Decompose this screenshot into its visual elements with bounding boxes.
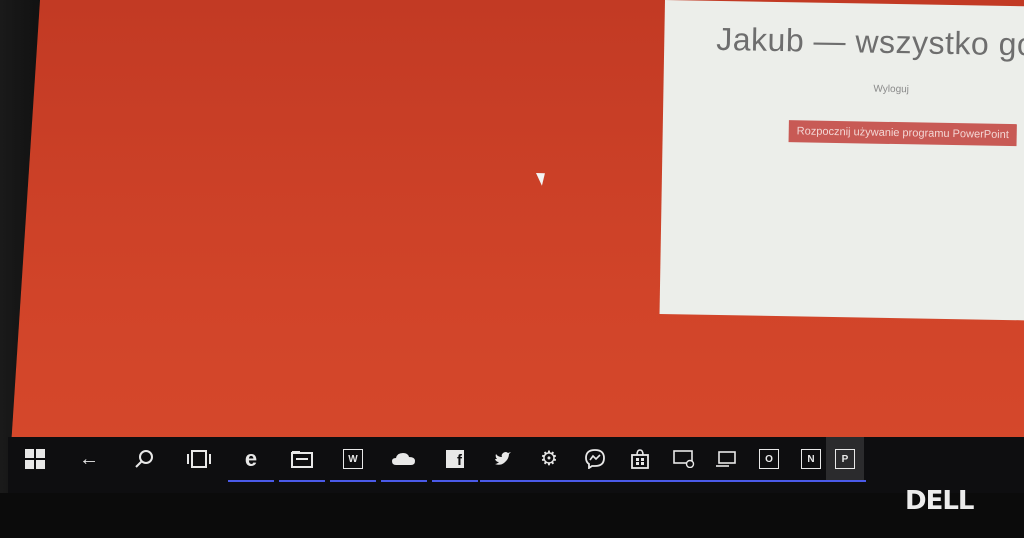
- messenger-icon: [585, 449, 605, 469]
- dialog-title: Jakub — wszystko gotowe: [716, 20, 1024, 64]
- twitter-button[interactable]: [480, 437, 526, 482]
- remote-desktop-button[interactable]: [661, 437, 707, 482]
- back-button[interactable]: ←: [68, 437, 110, 481]
- edge-icon: e: [244, 446, 258, 471]
- powerpoint-icon: P: [835, 449, 855, 469]
- onedrive-button[interactable]: [381, 437, 427, 482]
- screen: Jakub — wszystko gotowe Wyloguj Rozpoczn…: [8, 0, 1024, 493]
- start-using-powerpoint-button[interactable]: Rozpocznij używanie programu PowerPoint: [788, 120, 1018, 147]
- search-icon: [135, 450, 153, 468]
- file-explorer-icon: [291, 451, 313, 468]
- monitor: Jakub — wszystko gotowe Wyloguj Rozpoczn…: [0, 0, 1024, 538]
- facebook-icon: f: [446, 450, 464, 468]
- remote-desktop-icon: [673, 450, 695, 468]
- store-icon: [631, 449, 649, 469]
- taskbar: ← e W f ⚙ O N P: [8, 437, 1024, 493]
- word-button[interactable]: W: [330, 437, 376, 482]
- settings-button[interactable]: ⚙: [526, 437, 572, 482]
- connect-button[interactable]: [703, 437, 749, 482]
- word-icon: W: [343, 449, 363, 469]
- setup-dialog: Jakub — wszystko gotowe Wyloguj Rozpoczn…: [659, 0, 1024, 321]
- task-view-icon: [187, 450, 211, 468]
- file-explorer-button[interactable]: [279, 437, 325, 482]
- dell-logo: DELL: [905, 486, 974, 516]
- edge-button[interactable]: e: [228, 437, 274, 482]
- store-button[interactable]: [617, 437, 663, 482]
- facebook-button[interactable]: f: [432, 437, 478, 482]
- monitor-bezel: [0, 493, 1024, 538]
- start-button[interactable]: [14, 437, 56, 481]
- twitter-icon: [495, 452, 511, 465]
- sign-out-link[interactable]: Wyloguj: [873, 84, 909, 96]
- connect-icon: [716, 451, 736, 467]
- onenote-icon: N: [801, 449, 821, 469]
- powerpoint-button[interactable]: P: [824, 437, 866, 482]
- onedrive-icon: [392, 453, 415, 465]
- search-button[interactable]: [123, 437, 165, 481]
- task-view-button[interactable]: [178, 437, 220, 481]
- outlook-icon: O: [759, 449, 779, 469]
- outlook-button[interactable]: O: [746, 437, 792, 482]
- windows-logo-icon: [25, 449, 45, 469]
- messenger-button[interactable]: [572, 437, 618, 482]
- back-arrow-icon: ←: [79, 448, 99, 470]
- gear-icon: ⚙: [540, 448, 558, 470]
